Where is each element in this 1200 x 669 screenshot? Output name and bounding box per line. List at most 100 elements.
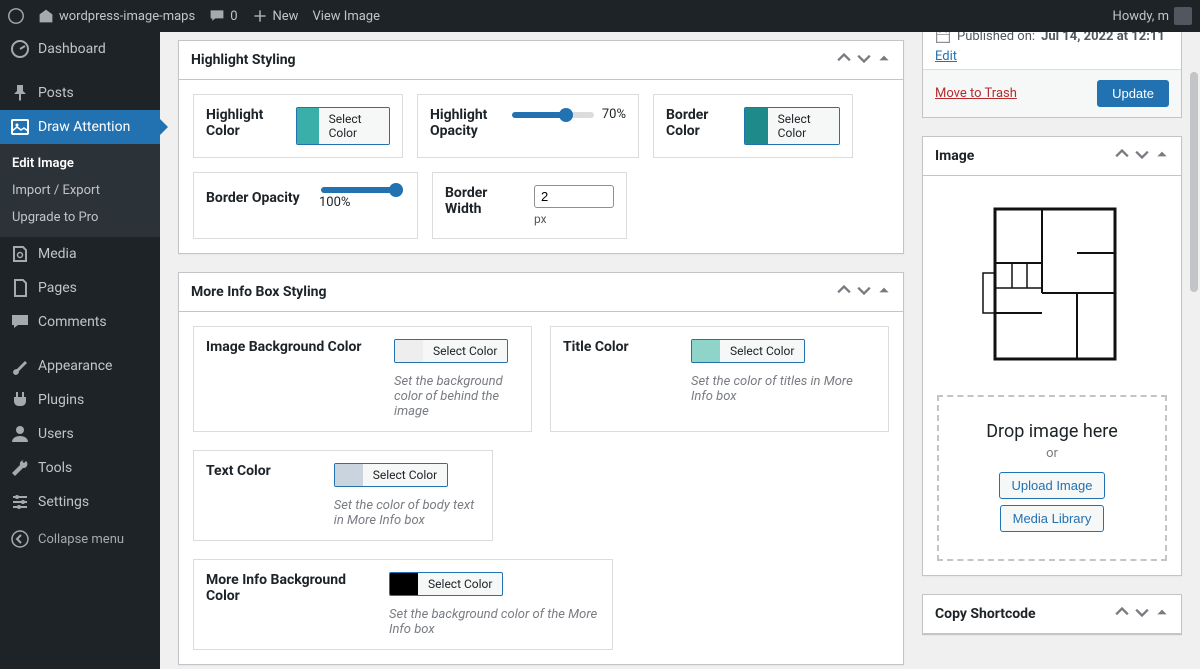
menu-comments[interactable]: Comments <box>0 305 160 339</box>
scrollbar[interactable] <box>1190 72 1198 292</box>
highlight-styling-panel: Highlight Styling Highlight Color Select… <box>178 40 904 254</box>
submenu-upgrade[interactable]: Upgrade to Pro <box>0 204 160 231</box>
menu-posts-label: Posts <box>38 85 74 101</box>
highlight-color-label: Highlight Color <box>206 107 284 139</box>
panel-toggle-icon[interactable] <box>877 283 891 301</box>
menu-tools[interactable]: Tools <box>0 451 160 485</box>
menu-appearance[interactable]: Appearance <box>0 349 160 383</box>
text-color-picker[interactable]: Select Color <box>334 463 448 487</box>
publish-edit-link[interactable]: Edit <box>935 49 957 64</box>
comment-icon <box>10 312 30 332</box>
select-color-btn-label: Select Color <box>319 108 389 144</box>
menu-posts[interactable]: Posts <box>0 76 160 110</box>
select-color-btn-label: Select Color <box>720 340 804 362</box>
border-width-suffix: px <box>534 212 614 226</box>
title-color-label: Title Color <box>563 339 663 355</box>
submenu-edit-image[interactable]: Edit Image <box>0 150 160 177</box>
image-dropzone[interactable]: Drop image here or Upload Image Media Li… <box>937 395 1167 561</box>
calendar-icon <box>935 32 951 44</box>
select-color-btn-label: Select Color <box>418 573 502 595</box>
text-color-label: Text Color <box>206 463 294 479</box>
title-color-picker[interactable]: Select Color <box>691 339 805 363</box>
menu-media[interactable]: Media <box>0 237 160 271</box>
panel-up-icon[interactable] <box>1115 605 1129 623</box>
menu-comments-label: Comments <box>38 314 107 330</box>
title-color-card: Title Color Select Color Set the color o… <box>550 326 889 432</box>
update-button[interactable]: Update <box>1097 80 1169 107</box>
comments-count: 0 <box>230 9 237 24</box>
content-wrap: Highlight Styling Highlight Color Select… <box>160 32 1200 669</box>
menu-draw-attention[interactable]: Draw Attention <box>0 110 160 144</box>
new-link[interactable]: New <box>252 8 299 24</box>
menu-users[interactable]: Users <box>0 417 160 451</box>
border-color-picker[interactable]: Select Color <box>744 107 840 145</box>
border-opacity-label: Border Opacity <box>206 190 300 206</box>
panel-down-icon[interactable] <box>1135 147 1149 165</box>
more-info-bg-picker[interactable]: Select Color <box>389 572 503 596</box>
image-bg-color-picker[interactable]: Select Color <box>394 339 508 363</box>
collapse-label: Collapse menu <box>38 532 124 547</box>
copy-shortcode-panel: Copy Shortcode <box>922 594 1182 635</box>
new-label: New <box>273 9 299 24</box>
wp-logo[interactable] <box>8 8 24 24</box>
swatch-border <box>745 108 767 144</box>
border-width-card: Border Width px <box>432 172 627 239</box>
admin-menu: Dashboard Posts Draw Attention Edit Imag… <box>0 32 160 669</box>
upload-image-button[interactable]: Upload Image <box>999 472 1106 499</box>
menu-plugins-label: Plugins <box>38 392 84 408</box>
howdy-label: Howdy, m <box>1113 9 1169 24</box>
menu-plugins[interactable]: Plugins <box>0 383 160 417</box>
move-to-trash-link[interactable]: Move to Trash <box>935 86 1017 101</box>
panel-down-icon[interactable] <box>1135 605 1149 623</box>
comments-link[interactable]: 0 <box>209 8 237 24</box>
plug-icon <box>10 390 30 410</box>
panel-toggle-icon[interactable] <box>1155 605 1169 623</box>
published-date: Jul 14, 2022 at 12:11 <box>1041 32 1165 44</box>
title-color-desc: Set the color of titles in More Info box <box>691 374 876 404</box>
panel-down-icon[interactable] <box>857 283 871 301</box>
submenu-import-export[interactable]: Import / Export <box>0 177 160 204</box>
panel-up-icon[interactable] <box>837 283 851 301</box>
highlight-color-card: Highlight Color Select Color <box>193 94 403 158</box>
panel-up-icon[interactable] <box>1115 147 1129 165</box>
border-color-card: Border Color Select Color <box>653 94 853 158</box>
swatch-text <box>335 464 363 486</box>
menu-pages[interactable]: Pages <box>0 271 160 305</box>
site-name-link[interactable]: wordpress-image-maps <box>38 8 195 24</box>
menu-draw-attention-label: Draw Attention <box>38 119 130 135</box>
view-image-link[interactable]: View Image <box>312 9 380 24</box>
pages-icon <box>10 278 30 298</box>
panel-title: Copy Shortcode <box>935 606 1036 622</box>
highlight-opacity-slider[interactable] <box>512 112 594 118</box>
panel-toggle-icon[interactable] <box>1155 147 1169 165</box>
image-panel: Image <box>922 136 1182 576</box>
menu-dashboard-label: Dashboard <box>38 41 106 57</box>
border-width-input[interactable] <box>534 185 614 208</box>
image-preview[interactable] <box>937 190 1167 385</box>
menu-settings[interactable]: Settings <box>0 485 160 519</box>
border-opacity-slider[interactable] <box>321 187 403 193</box>
highlight-color-picker[interactable]: Select Color <box>296 107 390 145</box>
text-color-card: Text Color Select Color Set the color of… <box>193 450 493 541</box>
menu-appearance-label: Appearance <box>38 358 112 374</box>
pushpin-icon <box>10 83 30 103</box>
menu-dashboard[interactable]: Dashboard <box>0 32 160 66</box>
panel-title: Image <box>935 148 974 164</box>
highlight-opacity-value: 70% <box>602 107 626 122</box>
more-info-bg-card: More Info Background Color Select Color … <box>193 559 613 650</box>
collapse-menu[interactable]: Collapse menu <box>0 519 160 559</box>
admin-bar: wordpress-image-maps 0 New View Image Ho… <box>0 0 1200 32</box>
panel-up-icon[interactable] <box>837 51 851 69</box>
panel-down-icon[interactable] <box>857 51 871 69</box>
media-icon <box>10 244 30 264</box>
howdy-link[interactable]: Howdy, m <box>1113 7 1192 25</box>
border-color-label: Border Color <box>666 107 732 139</box>
select-color-btn-label: Select Color <box>768 108 839 144</box>
border-opacity-card: Border Opacity 100% <box>193 172 418 239</box>
sliders-icon <box>10 492 30 512</box>
panel-title: More Info Box Styling <box>191 284 327 300</box>
border-width-label: Border Width <box>445 185 522 217</box>
media-library-button[interactable]: Media Library <box>1000 505 1105 532</box>
panel-toggle-icon[interactable] <box>877 51 891 69</box>
collapse-icon <box>10 529 30 549</box>
